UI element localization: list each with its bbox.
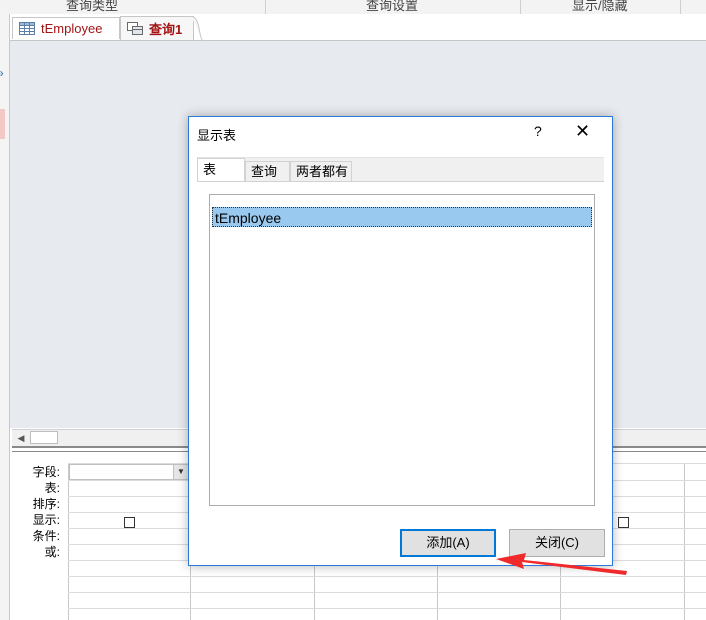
row-label-sort: 排序: (32, 497, 60, 511)
grid-column-divider (68, 463, 69, 620)
row-label-show: 显示: (32, 513, 60, 527)
grid-row-line (68, 576, 706, 577)
grid-column-divider (684, 463, 685, 620)
dialog-tab-panel: tEmployee (197, 181, 604, 519)
tab-label: 查询1 (149, 22, 183, 37)
scroll-thumb[interactable] (30, 431, 58, 444)
help-icon[interactable]: ? (534, 123, 542, 139)
grid-row-labels: 字段: 表: 排序: 显示: 条件: 或: (12, 464, 64, 560)
tab-both[interactable]: 两者都有 (290, 161, 352, 181)
tab-query1[interactable]: 查询1 (120, 16, 203, 41)
nav-expand-icon[interactable]: » (0, 66, 7, 80)
tab-label: tEmployee (41, 21, 103, 36)
dialog-title: 显示表 (197, 128, 237, 143)
ribbon-separator (265, 0, 266, 14)
row-label-table: 表: (44, 481, 60, 495)
grid-row-line (68, 592, 706, 593)
scroll-left-icon[interactable]: ◀ (14, 431, 28, 445)
chevron-down-icon[interactable]: ▼ (173, 465, 188, 479)
ribbon-group-labels: 查询类型 查询设置 显示/隐藏 (0, 0, 706, 15)
show-table-dialog: 显示表 ? ✕ 表 查询 两者都有 tEmployee 添加(A) 关闭(C) (188, 116, 613, 566)
ribbon-group-query-setup: 查询设置 (366, 0, 419, 13)
field-dropdown[interactable]: ▼ (69, 464, 189, 480)
dialog-body: 表 查询 两者都有 tEmployee (197, 157, 604, 519)
row-label-or: 或: (44, 545, 60, 559)
ribbon-group-show-hide: 显示/隐藏 (572, 0, 628, 13)
table-icon (19, 22, 35, 35)
add-button[interactable]: 添加(A) (400, 529, 496, 557)
tab-tables[interactable]: 表 (197, 158, 245, 182)
close-icon[interactable]: ✕ (575, 121, 590, 141)
show-checkbox[interactable] (618, 517, 629, 528)
table-list[interactable]: tEmployee (209, 194, 595, 506)
ribbon-separator (680, 0, 681, 14)
list-item-temployee[interactable]: tEmployee (212, 207, 592, 227)
row-label-field: 字段: (32, 465, 60, 479)
ribbon-group-query-type: 查询类型 (66, 0, 119, 13)
ribbon-separator (520, 0, 521, 14)
query-icon (127, 22, 143, 35)
tab-temployee[interactable]: tEmployee (12, 17, 120, 39)
tab-queries[interactable]: 查询 (245, 161, 290, 181)
navigation-pane-collapsed: » (0, 14, 10, 620)
close-button[interactable]: 关闭(C) (509, 529, 605, 557)
tab-curve (191, 16, 203, 41)
nav-selected-marker (0, 109, 5, 139)
grid-row-line (68, 608, 706, 609)
document-tab-bar: tEmployee 查询1 (10, 14, 706, 41)
show-checkbox[interactable] (124, 517, 135, 528)
row-label-criteria: 条件: (32, 529, 60, 543)
